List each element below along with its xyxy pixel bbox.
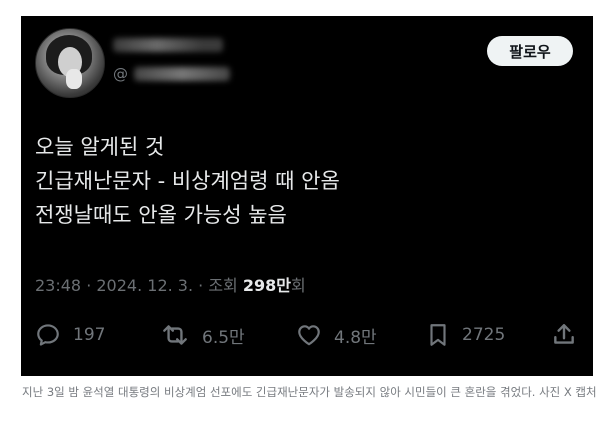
tweet-text: 오늘 알게된 것 긴급재난문자 - 비상계엄령 때 안옴 전쟁날때도 안올 가능… — [35, 130, 575, 232]
like-button[interactable]: 4.8만 — [296, 318, 377, 352]
share-icon — [551, 322, 577, 348]
photo-caption: 지난 3일 밤 윤석열 대통령의 비상계엄 선포에도 긴급재난문자가 발송되지 … — [22, 385, 597, 399]
share-button[interactable] — [551, 318, 577, 352]
views-count: 298만 — [242, 276, 291, 295]
tweet-line: 긴급재난문자 - 비상계엄령 때 안옴 — [35, 169, 340, 193]
retweet-icon — [160, 322, 190, 348]
bookmark-count: 2725 — [462, 325, 506, 345]
handle-at-sign: @ — [113, 65, 128, 83]
reply-icon — [35, 322, 61, 348]
tweet-line: 전쟁날때도 안올 가능성 높음 — [35, 203, 287, 227]
tweet-screenshot: @ 팔로우 오늘 알게된 것 긴급재난문자 - 비상계엄령 때 안옴 전쟁날때도… — [21, 16, 593, 376]
display-name-blurred[interactable] — [113, 38, 223, 52]
avatar-hand — [66, 69, 82, 89]
tweet-line: 오늘 알게된 것 — [35, 135, 165, 159]
views-suffix: 회 — [290, 276, 306, 295]
timestamp[interactable]: 23:48 · 2024. 12. 3. · 조회 — [35, 276, 243, 295]
avatar[interactable] — [35, 28, 105, 98]
like-count: 4.8만 — [334, 327, 377, 348]
heart-icon — [296, 322, 322, 348]
tweet-meta: 23:48 · 2024. 12. 3. · 조회 298만회 — [35, 272, 306, 296]
reply-count: 197 — [73, 325, 106, 345]
retweet-count: 6.5만 — [202, 327, 245, 348]
bookmark-button[interactable]: 2725 — [426, 318, 505, 352]
handle-blurred — [134, 67, 230, 81]
reply-button[interactable]: 197 — [35, 318, 105, 352]
retweet-button[interactable]: 6.5만 — [160, 318, 245, 352]
user-handle[interactable]: @ — [113, 64, 230, 84]
action-bar: 197 6.5만 4.8만 2725 — [21, 318, 593, 352]
bookmark-icon — [426, 322, 450, 348]
follow-button[interactable]: 팔로우 — [487, 36, 573, 66]
